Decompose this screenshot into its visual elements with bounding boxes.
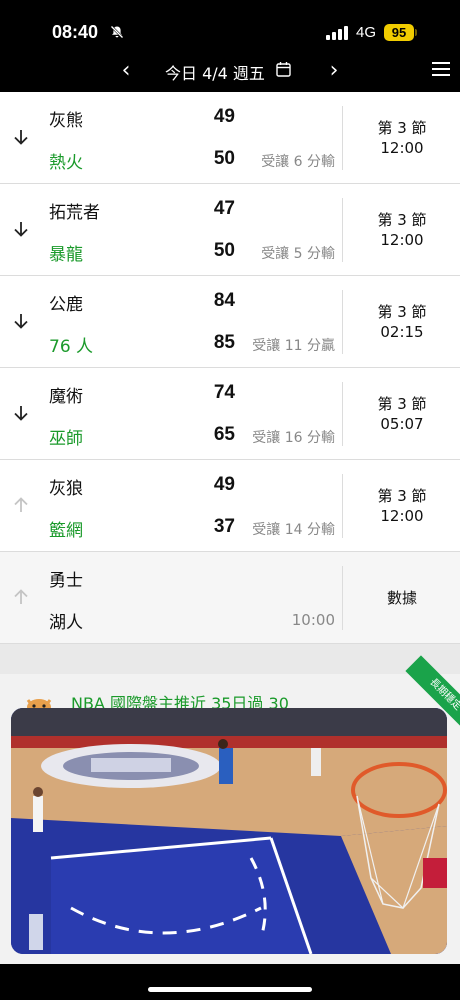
game-row-upcoming[interactable]: 勇士 湖人 10:00 數據 xyxy=(0,552,460,644)
spread-result: 受讓 16 分輸 xyxy=(252,430,335,446)
game-clock: 05:07 xyxy=(380,415,424,433)
game-clock: 02:15 xyxy=(380,323,424,341)
away-team-name: 勇士 xyxy=(49,571,83,591)
game-row[interactable]: 公鹿 76 人 84 85 受讓 11 分贏 第 3 節 02:15 xyxy=(0,276,460,368)
away-score: 84 xyxy=(213,290,235,311)
date-navigation: ‹ 今日 4/4 週五 › xyxy=(0,54,460,92)
away-score: 49 xyxy=(213,106,235,127)
clock-time: 08:40 xyxy=(52,22,99,42)
home-team-name: 暴龍 xyxy=(49,245,83,265)
game-period: 第 3 節 xyxy=(377,119,427,137)
bell-muted-icon xyxy=(110,25,124,39)
away-team-name: 灰狼 xyxy=(49,479,83,499)
divider xyxy=(342,290,343,354)
arrow-up-icon xyxy=(14,589,28,604)
status-bar: 08:40 4G 95 xyxy=(0,0,460,54)
divider xyxy=(342,106,343,170)
away-score: 74 xyxy=(213,382,235,403)
game-status: 第 3 節 05:07 xyxy=(350,394,454,434)
game-row[interactable]: 魔術 巫師 74 65 受讓 16 分輸 第 3 節 05:07 xyxy=(0,368,460,460)
home-score: 50 xyxy=(213,240,235,261)
game-clock: 12:00 xyxy=(380,139,424,157)
away-team-name: 拓荒者 xyxy=(49,203,100,223)
home-team-name: 籃網 xyxy=(49,521,83,541)
next-day-button[interactable]: › xyxy=(322,58,346,83)
games-list: 灰熊 熱火 49 50 受讓 6 分輸 第 3 節 12:00 拓荒者 暴龍 4… xyxy=(0,92,460,644)
video-player[interactable] xyxy=(11,708,447,954)
game-status: 第 3 節 12:00 xyxy=(350,210,454,250)
divider xyxy=(342,474,343,538)
bottom-bar xyxy=(0,964,460,1000)
cellular-signal-icon xyxy=(326,24,350,40)
arrow-down-icon xyxy=(14,314,28,329)
game-status: 第 3 節 12:00 xyxy=(350,486,454,526)
away-score: 49 xyxy=(213,474,235,495)
away-team-name: 灰熊 xyxy=(49,111,83,131)
home-team-name: 湖人 xyxy=(49,613,83,633)
game-row[interactable]: 灰熊 熱火 49 50 受讓 6 分輸 第 3 節 12:00 xyxy=(0,92,460,184)
divider xyxy=(342,198,343,262)
spread-result: 受讓 11 分贏 xyxy=(252,338,335,354)
game-status: 第 3 節 12:00 xyxy=(350,118,454,158)
game-status: 第 3 節 02:15 xyxy=(350,302,454,342)
spread-result: 受讓 14 分輸 xyxy=(252,522,335,538)
arrow-up-icon xyxy=(14,497,28,512)
game-period: 第 3 節 xyxy=(377,303,427,321)
home-score: 65 xyxy=(213,424,235,445)
section-gap xyxy=(0,644,460,674)
away-team-name: 公鹿 xyxy=(49,295,83,315)
home-score: 50 xyxy=(213,148,235,169)
home-team-name: 巫師 xyxy=(49,429,83,449)
game-period: 第 3 節 xyxy=(377,395,427,413)
home-indicator[interactable] xyxy=(148,987,312,992)
spread-result: 受讓 6 分輸 xyxy=(261,154,335,170)
home-score: 37 xyxy=(213,516,235,537)
game-period: 第 3 節 xyxy=(377,211,427,229)
stats-button[interactable]: 數據 xyxy=(350,588,454,608)
divider xyxy=(342,382,343,446)
game-row[interactable]: 灰狼 籃網 49 37 受讓 14 分輸 第 3 節 12:00 xyxy=(0,460,460,552)
arrow-down-icon xyxy=(14,406,28,421)
calendar-icon[interactable] xyxy=(276,61,291,77)
previous-day-button[interactable]: ‹ xyxy=(114,58,138,83)
home-score: 85 xyxy=(213,332,235,353)
network-type: 4G xyxy=(356,24,377,41)
arrow-down-icon xyxy=(14,130,28,145)
home-team-name: 熱火 xyxy=(49,153,83,173)
home-team-name: 76 人 xyxy=(49,337,94,357)
spread-result: 受讓 5 分輸 xyxy=(261,246,335,262)
battery-tip xyxy=(415,29,417,36)
battery-icon: 95 xyxy=(384,24,414,41)
hamburger-menu-icon[interactable] xyxy=(432,62,450,76)
game-period: 第 3 節 xyxy=(377,487,427,505)
away-score: 47 xyxy=(213,198,235,219)
game-row[interactable]: 拓荒者 暴龍 47 50 受讓 5 分輸 第 3 節 12:00 xyxy=(0,184,460,276)
game-clock: 12:00 xyxy=(380,231,424,249)
basketball-video-frame xyxy=(11,708,447,954)
away-team-name: 魔術 xyxy=(49,387,83,407)
arrow-down-icon xyxy=(14,222,28,237)
divider xyxy=(342,566,343,630)
date-label: 今日 4/4 週五 xyxy=(165,64,265,83)
game-clock: 12:00 xyxy=(380,507,424,525)
scheduled-time: 10:00 xyxy=(291,611,335,629)
